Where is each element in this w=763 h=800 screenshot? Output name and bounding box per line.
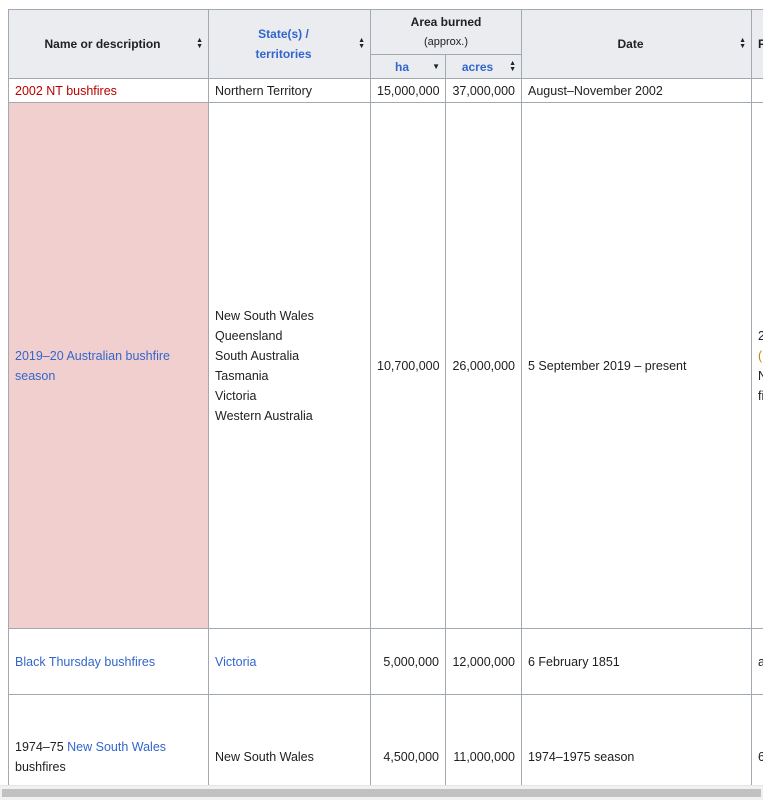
sort-both-icon[interactable]: ▲ ▼ (509, 60, 516, 73)
row-acres-cell: 37,000,000 (445, 78, 522, 103)
row-name-link[interactable]: 2002 NT bushfires (15, 84, 117, 98)
header-states-line1: State(s) / (258, 27, 309, 41)
page-viewport: Name or description ▲ ▼ State(s) / territ… (0, 0, 763, 800)
row-name-cell: 2002 NT bushfires (8, 78, 209, 103)
row-acres-cell: 26,000,000 (445, 102, 522, 629)
bushfires-table: Name or description ▲ ▼ State(s) / territ… (8, 9, 763, 800)
header-acres[interactable]: acres ▲ ▼ (445, 54, 522, 79)
table-row: Black Thursday bushfires Victoria 5,000,… (8, 628, 763, 695)
row-extra-cell: a (751, 628, 763, 695)
row-state-link[interactable]: Victoria (215, 655, 256, 669)
header-acres-label[interactable]: acres (452, 60, 515, 74)
sort-both-icon[interactable]: ▲ ▼ (196, 37, 203, 50)
row-date-cell: 6 February 1851 (521, 628, 752, 695)
header-next-partial[interactable]: F (751, 9, 763, 79)
state-item: South Australia (215, 348, 300, 363)
row-name-suffix: bushfires (15, 759, 66, 774)
extra-line: 2 (758, 326, 763, 346)
state-item: Victoria (215, 388, 257, 403)
header-name[interactable]: Name or description ▲ ▼ (8, 9, 209, 79)
row-extra-cell (751, 78, 763, 103)
row-extra-cell: 2 ( N fi (751, 102, 763, 629)
row-states-cell: New South Wales Queensland South Austral… (208, 102, 371, 629)
row-name-cell: Black Thursday bushfires (8, 628, 209, 695)
state-item: New South Wales (215, 308, 314, 323)
state-item: Western Australia (215, 408, 313, 423)
header-states-link[interactable]: State(s) / territories (215, 24, 364, 64)
row-ha-cell: 15,000,000 (370, 78, 446, 103)
header-ha-label[interactable]: ha (377, 60, 439, 74)
row-name-link[interactable]: Black Thursday bushfires (15, 655, 155, 669)
table-row: 2019–20 Australian bushfire season New S… (8, 102, 763, 629)
row-states-cell: Victoria (208, 628, 371, 695)
row-name-link[interactable]: 2019–20 Australian bushfire season (15, 349, 170, 383)
row-states-cell: Northern Territory (208, 78, 371, 103)
header-ha[interactable]: ha ▼ (370, 54, 446, 79)
state-item: Queensland (215, 328, 283, 343)
header-states-line2: territories (255, 47, 312, 61)
row-date-cell: August–November 2002 (521, 78, 752, 103)
header-area-burned: Area burned (approx.) (370, 9, 522, 55)
row-name-link[interactable]: New South Wales (67, 740, 166, 754)
scrollbar-thumb[interactable] (2, 789, 761, 797)
header-states[interactable]: State(s) / territories ▲ ▼ (208, 9, 371, 79)
row-name-prefix: 1974–75 (15, 739, 64, 754)
extra-line: ( (758, 348, 763, 363)
table-row: 2002 NT bushfires Northern Territory 15,… (8, 78, 763, 103)
row-ha-cell: 10,700,000 (370, 102, 446, 629)
row-date-cell: 5 September 2019 – present (521, 102, 752, 629)
header-date[interactable]: Date ▲ ▼ (521, 9, 752, 79)
row-name-line2: season (15, 368, 56, 383)
sort-both-icon[interactable]: ▲ ▼ (358, 37, 365, 50)
row-acres-cell: 12,000,000 (445, 628, 522, 695)
row-ha-cell: 5,000,000 (370, 628, 446, 695)
row-name-line1: 2019–20 Australian bushfire (15, 348, 170, 363)
header-name-label: Name or description (44, 37, 161, 51)
header-area-label: Area burned (410, 15, 482, 29)
row-name-cell: 2019–20 Australian bushfire season (8, 102, 209, 629)
state-item: Tasmania (215, 368, 269, 383)
header-area-sub: (approx.) (423, 36, 469, 48)
sort-both-icon[interactable]: ▲ ▼ (739, 37, 746, 50)
extra-line: fi (758, 388, 763, 403)
extra-line: N (758, 366, 763, 386)
header-date-label: Date (617, 37, 644, 51)
horizontal-scrollbar[interactable] (0, 785, 763, 800)
sort-down-icon[interactable]: ▼ (432, 62, 440, 70)
header-next-partial-label: F (758, 37, 763, 51)
